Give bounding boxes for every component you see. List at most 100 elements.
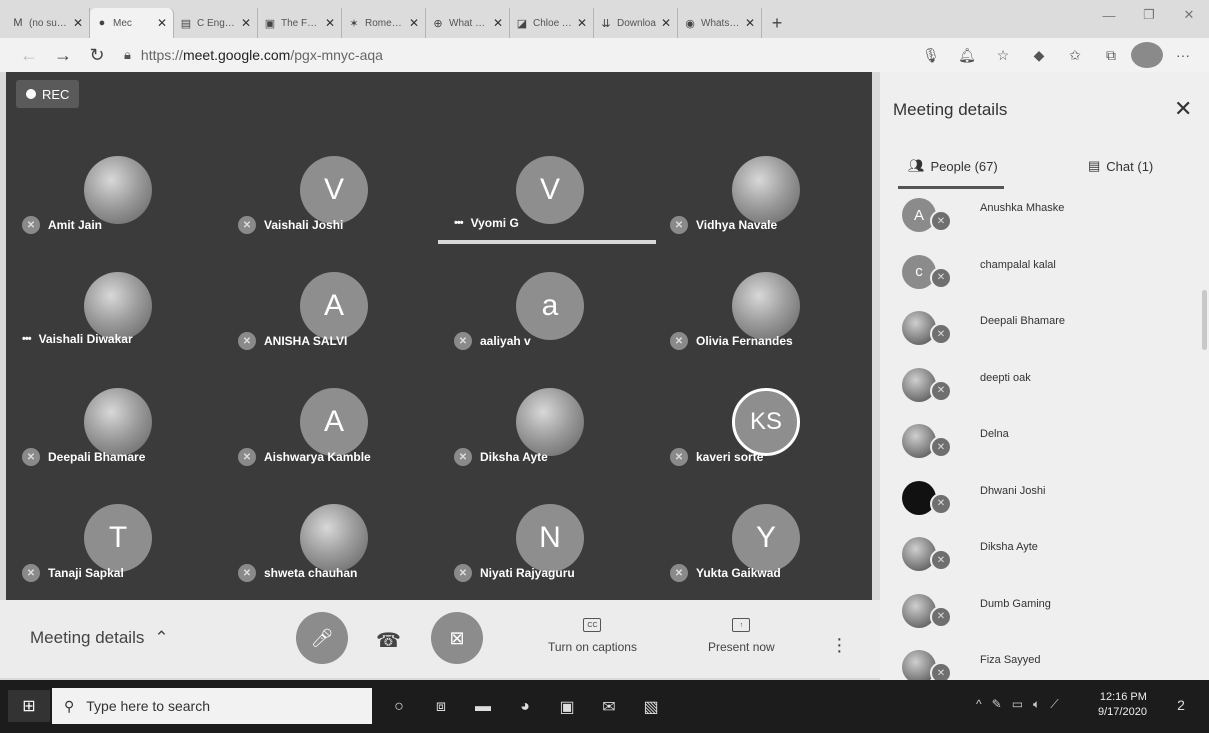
- participant-tile[interactable]: KS ✕ kaveri sorte: [662, 384, 878, 502]
- list-item[interactable]: A ✕ Anushka Mhaske: [880, 192, 1209, 249]
- favorites-icon[interactable]: ✩: [1059, 42, 1091, 68]
- docs-icon: ▤: [180, 17, 192, 30]
- leave-call-button[interactable]: ☎︎: [376, 628, 401, 653]
- participant-tile[interactable]: V ••• Vyomi G: [446, 152, 662, 270]
- mic-off-icon: ✕: [238, 564, 256, 582]
- captions-button[interactable]: CC Turn on captions: [548, 618, 637, 654]
- edge-browser-icon[interactable]: ◕: [508, 692, 542, 722]
- favorite-star-icon[interactable]: ☆: [987, 42, 1019, 68]
- list-item[interactable]: c ✕ champalal kalal: [880, 249, 1209, 306]
- participant-tile[interactable]: ✕ Vidhya Navale: [662, 152, 878, 270]
- close-tab-icon[interactable]: ✕: [325, 16, 335, 30]
- close-tab-icon[interactable]: ✕: [661, 16, 671, 30]
- participant-name: aaliyah v: [480, 334, 531, 348]
- participant-tile[interactable]: ✕ Diksha Ayte: [446, 384, 662, 502]
- browser-tab[interactable]: ● Mec ✕: [90, 8, 174, 38]
- close-panel-icon[interactable]: ✕: [1174, 96, 1192, 122]
- taskbar-clock[interactable]: 12:16 PM 9/17/2020: [1098, 690, 1147, 720]
- participant-tile[interactable]: ✕ Amit Jain: [14, 152, 230, 270]
- browser-tab[interactable]: ◉ WhatsAp ✕: [678, 8, 762, 38]
- notification-center-icon[interactable]: 2: [1170, 694, 1192, 716]
- list-item[interactable]: ✕ Delna: [880, 418, 1209, 475]
- gmail-icon: M: [13, 17, 23, 29]
- list-item[interactable]: ✕ deepti oak: [880, 362, 1209, 419]
- cortana-icon[interactable]: ○: [382, 692, 416, 722]
- camera-toggle-button[interactable]: ⊠: [431, 612, 483, 664]
- participant-name: Diksha Ayte: [480, 450, 548, 464]
- participant-tile[interactable]: V ✕ Vaishali Joshi: [230, 152, 446, 270]
- present-now-button[interactable]: ↑ Present now: [708, 618, 775, 654]
- chat-tab-label: Chat (1): [1106, 158, 1154, 174]
- close-tab-icon[interactable]: ✕: [493, 16, 503, 30]
- battery-icon[interactable]: ▭: [1012, 697, 1023, 712]
- meeting-control-bar: Meeting details ⌃ 🎤︎ ☎︎ ⊠ CC Turn on cap…: [0, 600, 880, 678]
- notification-bell-icon[interactable]: 🔔︎: [951, 42, 983, 68]
- network-icon[interactable]: ⟋: [1050, 697, 1058, 712]
- close-window-icon[interactable]: ✕: [1169, 0, 1209, 30]
- participant-name-row: ✕ ANISHA SALVI: [238, 332, 347, 350]
- close-tab-icon[interactable]: ✕: [157, 16, 167, 30]
- tab-chat[interactable]: ▤ Chat (1): [1088, 158, 1153, 174]
- list-item[interactable]: ✕ Dumb Gaming: [880, 588, 1209, 645]
- participant-tile[interactable]: ✕ Deepali Bhamare: [14, 384, 230, 502]
- browser-tab[interactable]: ⇊ Downloa ✕: [594, 8, 678, 38]
- extension-icon[interactable]: ◆: [1023, 42, 1055, 68]
- participant-avatar: N: [516, 504, 584, 572]
- restore-icon[interactable]: ❐: [1129, 0, 1169, 30]
- file-explorer-icon[interactable]: ▬: [466, 692, 500, 722]
- participant-tile[interactable]: ••• Vaishali Diwakar: [14, 268, 230, 386]
- close-tab-icon[interactable]: ✕: [745, 16, 755, 30]
- list-item[interactable]: ✕ Diksha Ayte: [880, 531, 1209, 588]
- participant-tile[interactable]: A ✕ ANISHA SALVI: [230, 268, 446, 386]
- more-options-icon[interactable]: •••: [454, 217, 464, 229]
- participant-tile[interactable]: ✕ Olivia Fernandes: [662, 268, 878, 386]
- tab-people[interactable]: 👥︎ People (67): [908, 158, 998, 174]
- close-tab-icon[interactable]: ✕: [577, 16, 587, 30]
- chevron-up-icon[interactable]: ^: [976, 697, 982, 712]
- volume-icon[interactable]: 🔈︎: [1033, 697, 1040, 712]
- pen-icon[interactable]: ✎: [992, 697, 1002, 712]
- url-field[interactable]: 🔒︎ https://meet.google.com/pgx-mnyc-aqa: [124, 47, 814, 63]
- browser-tab[interactable]: ⊕ What Wo ✕: [426, 8, 510, 38]
- task-view-icon[interactable]: ⧈: [424, 692, 458, 722]
- mute-microphone-button[interactable]: 🎤︎: [296, 612, 348, 664]
- minimize-icon[interactable]: —: [1089, 0, 1129, 30]
- list-item[interactable]: ✕ Deepali Bhamare: [880, 305, 1209, 362]
- meeting-details-button[interactable]: Meeting details ⌃: [30, 628, 169, 648]
- list-item[interactable]: ✕ Dhwani Joshi: [880, 475, 1209, 532]
- mic-off-icon: ✕: [930, 605, 952, 628]
- windows-start-icon[interactable]: ⊞: [8, 690, 50, 722]
- more-options-icon[interactable]: •••: [22, 333, 32, 345]
- profile-icon[interactable]: [1131, 42, 1163, 68]
- doc-icon: ▣: [264, 17, 276, 30]
- people-list-scrollbar[interactable]: [1202, 290, 1207, 350]
- close-tab-icon[interactable]: ✕: [241, 16, 251, 30]
- mail-icon[interactable]: ✉: [592, 692, 626, 722]
- more-icon[interactable]: ···: [1167, 42, 1199, 68]
- browser-tab[interactable]: M (no subje ✕: [6, 8, 90, 38]
- person-name: champalal kalal: [980, 258, 1056, 271]
- browser-tab[interactable]: ✶ Romeo ar ✕: [342, 8, 426, 38]
- store-icon[interactable]: ▣: [550, 692, 584, 722]
- browser-tab[interactable]: ▣ The Frog ✕: [258, 8, 342, 38]
- microphone-icon[interactable]: 🎙︎: [915, 42, 947, 68]
- photos-icon[interactable]: ▧: [634, 692, 668, 722]
- refresh-icon[interactable]: ↻: [80, 41, 114, 69]
- participant-name: kaveri sorte: [696, 450, 764, 464]
- collections-icon[interactable]: ⧉: [1095, 42, 1127, 68]
- list-item[interactable]: ✕ Fiza Sayyed: [880, 644, 1209, 680]
- meeting-details-panel: Meeting details ✕ 👥︎ People (67) ▤ Chat …: [880, 72, 1209, 680]
- close-tab-icon[interactable]: ✕: [73, 16, 83, 30]
- browser-tab[interactable]: ▤ C Eng. A ✕: [174, 8, 258, 38]
- participant-tile[interactable]: A ✕ Aishwarya Kamble: [230, 384, 446, 502]
- browser-tab[interactable]: ◪ Chloe Th ✕: [510, 8, 594, 38]
- participant-name: ANISHA SALVI: [264, 334, 348, 348]
- participant-tile[interactable]: a ✕ aaliyah v: [446, 268, 662, 386]
- back-icon[interactable]: ←: [12, 41, 46, 69]
- close-tab-icon[interactable]: ✕: [409, 16, 419, 30]
- new-tab-button[interactable]: +: [762, 8, 792, 38]
- forward-icon[interactable]: →: [46, 41, 80, 69]
- taskbar-search-box[interactable]: ⚲ Type here to search: [52, 688, 372, 724]
- camera-off-icon: ⊠: [449, 627, 465, 648]
- more-options-icon[interactable]: · · ·: [836, 629, 843, 661]
